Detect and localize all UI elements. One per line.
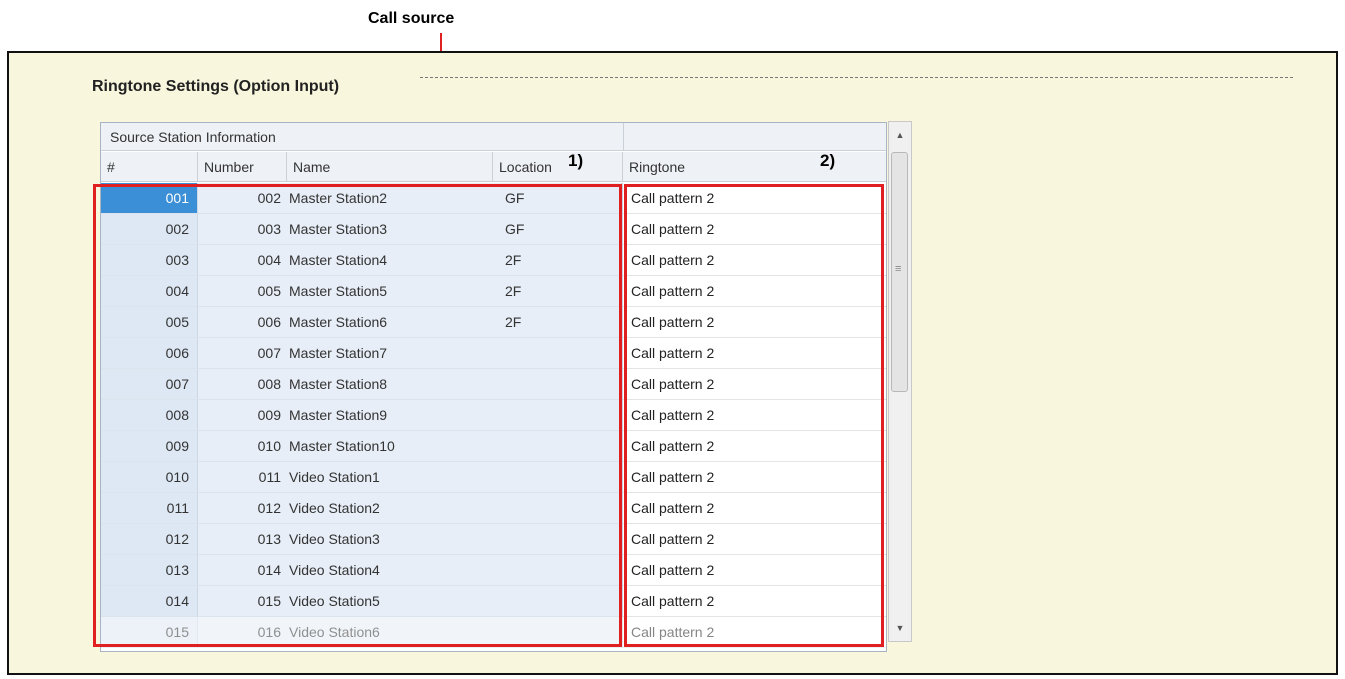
triangle-up-icon[interactable]: ▲ [889, 124, 911, 146]
scroll-thumb[interactable]: ≡ [891, 152, 908, 392]
column-header-name[interactable]: Name [287, 152, 493, 182]
callout-box-ringtone [624, 184, 884, 647]
group-header-source-station: Source Station Information [101, 123, 623, 151]
callout-marker-1: 1) [568, 151, 584, 170]
section-title: Ringtone Settings (Option Input) [92, 78, 340, 95]
column-header-index[interactable]: # [101, 152, 198, 182]
vertical-scrollbar[interactable]: ▲ ≡ ▼ [888, 121, 912, 642]
column-header-ringtone[interactable]: Ringtone [623, 152, 886, 182]
call-source-callout-label: Call source [368, 10, 455, 27]
section-divider [420, 77, 1293, 78]
triangle-down-icon[interactable]: ▼ [889, 617, 911, 639]
group-header-blank [623, 123, 886, 151]
callout-box-source-info [93, 184, 622, 647]
grip-icon: ≡ [895, 263, 902, 275]
column-header-number[interactable]: Number [198, 152, 287, 182]
column-header-location[interactable]: Location [493, 152, 623, 182]
callout-marker-2: 2) [820, 151, 836, 170]
